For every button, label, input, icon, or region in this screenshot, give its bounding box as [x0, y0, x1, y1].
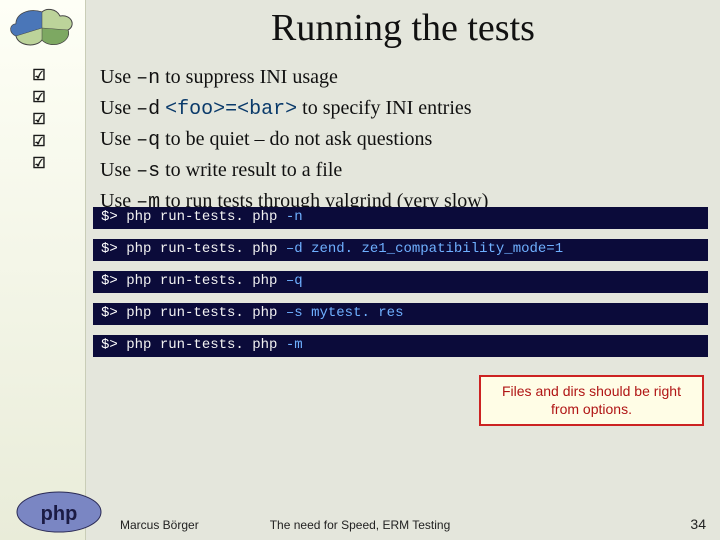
- bullet-prefix: Use: [100, 66, 131, 88]
- list-item: Use –d <foo>=<bar> to specify INI entrie…: [100, 95, 710, 123]
- bullet-prefix: Use: [100, 159, 131, 181]
- callout-box: Files and dirs should be right from opti…: [479, 375, 704, 426]
- footer: php Marcus Börger The need for Speed, ER…: [0, 500, 720, 540]
- terminal-block: $> php run-tests. php -n $> php run-test…: [93, 207, 708, 367]
- bullet-list: Use –n to suppress INI usage Use –d <foo…: [100, 64, 710, 219]
- bullet-rest: to be quiet – do not ask questions: [165, 128, 432, 150]
- slide-title: Running the tests: [86, 6, 720, 50]
- check-icon: ☑: [30, 154, 48, 172]
- terminal-line: $> php run-tests. php –d zend. ze1_compa…: [93, 239, 708, 261]
- terminal-opt: -n: [286, 209, 303, 225]
- terminal-cmd: php run-tests. php: [126, 241, 277, 257]
- terminal-opt: -m: [286, 337, 303, 353]
- prompt: $>: [101, 241, 118, 257]
- terminal-line: $> php run-tests. php -m: [93, 335, 708, 357]
- bullet-prefix: Use: [100, 97, 131, 119]
- terminal-cmd: php run-tests. php: [126, 305, 277, 321]
- bullet-flag: –d: [136, 98, 160, 121]
- list-item: Use –s to write result to a file: [100, 157, 710, 185]
- terminal-opt: –s mytest. res: [286, 305, 404, 321]
- corner-logo: [6, 6, 78, 50]
- terminal-cmd: php run-tests. php: [126, 273, 277, 289]
- footer-title: The need for Speed, ERM Testing: [0, 518, 720, 532]
- bullet-flag: –q: [136, 129, 160, 152]
- list-item: Use –q to be quiet – do not ask question…: [100, 126, 710, 154]
- prompt: $>: [101, 337, 118, 353]
- check-icon: ☑: [30, 88, 48, 106]
- bullet-checks: ☑ ☑ ☑ ☑ ☑: [30, 66, 80, 172]
- bullet-rest: to specify INI entries: [302, 97, 471, 119]
- bullet-flag: –s: [136, 160, 160, 183]
- footer-page: 34: [690, 516, 706, 532]
- terminal-cmd: php run-tests. php: [126, 209, 277, 225]
- bullet-flag: –n: [136, 67, 160, 90]
- prompt: $>: [101, 273, 118, 289]
- terminal-cmd: php run-tests. php: [126, 337, 277, 353]
- check-icon: ☑: [30, 66, 48, 84]
- prompt: $>: [101, 305, 118, 321]
- bullet-rest: to suppress INI usage: [165, 66, 338, 88]
- check-icon: ☑: [30, 132, 48, 150]
- bullet-arg: <foo>=<bar>: [165, 98, 297, 121]
- prompt: $>: [101, 209, 118, 225]
- terminal-line: $> php run-tests. php –q: [93, 271, 708, 293]
- terminal-line: $> php run-tests. php –s mytest. res: [93, 303, 708, 325]
- bullet-rest: to write result to a file: [165, 159, 342, 181]
- bullet-prefix: Use: [100, 128, 131, 150]
- slide: Running the tests ☑ ☑ ☑ ☑ ☑ Use –n to su…: [0, 0, 720, 540]
- check-icon: ☑: [30, 110, 48, 128]
- terminal-opt: –q: [286, 273, 303, 289]
- terminal-opt: –d zend. ze1_compatibility_mode=1: [286, 241, 563, 257]
- list-item: Use –n to suppress INI usage: [100, 64, 710, 92]
- terminal-line: $> php run-tests. php -n: [93, 207, 708, 229]
